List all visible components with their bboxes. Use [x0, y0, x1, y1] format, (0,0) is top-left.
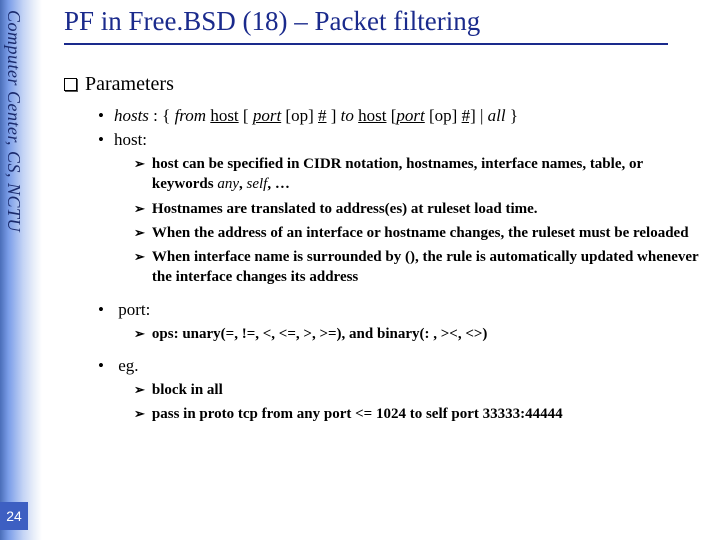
bullet-host: • host:: [98, 130, 708, 150]
sub-list-port: ➢ ops: unary(=, !=, <, <=, >, >=), and b…: [134, 324, 708, 344]
sub-item: ➢ When interface name is surrounded by (…: [134, 247, 708, 288]
bullet-host-text: host:: [114, 130, 147, 150]
sub-list-host: ➢ host can be specified in CIDR notation…: [134, 154, 708, 288]
sub-item: ➢ block in all: [134, 380, 708, 400]
bullet-port: • port:: [98, 300, 708, 320]
slide-title: PF in Free.BSD (18) – Packet filtering: [58, 6, 708, 37]
arrow-bullet-icon: ➢: [134, 405, 145, 425]
bullet-list-eg: • eg.: [98, 356, 708, 376]
bullet-dot-icon: •: [98, 300, 104, 320]
arrow-bullet-icon: ➢: [134, 155, 145, 196]
arrow-bullet-icon: ➢: [134, 224, 145, 244]
bullet-port-text: port:: [118, 300, 150, 320]
sub-item: ➢ host can be specified in CIDR notation…: [134, 154, 708, 195]
checkbox-bullet-icon: [64, 78, 77, 91]
sidebar-label: Computer Center, CS, NCTU: [3, 10, 24, 232]
slide-content: PF in Free.BSD (18) – Packet filtering P…: [58, 6, 708, 532]
bullet-dot-icon: •: [98, 130, 104, 150]
page-number: 24: [0, 502, 28, 530]
bullet-eg-text: eg.: [118, 356, 138, 376]
arrow-bullet-icon: ➢: [134, 381, 145, 401]
sub-text: Hostnames are translated to address(es) …: [152, 199, 538, 219]
sub-text: ops: unary(=, !=, <, <=, >, >=), and bin…: [152, 324, 488, 344]
sub-text: pass in proto tcp from any port <= 1024 …: [152, 404, 563, 424]
bullet-dot-icon: •: [98, 356, 104, 376]
sidebar: Computer Center, CS, NCTU 24: [0, 0, 42, 540]
sub-text: host can be specified in CIDR notation, …: [152, 154, 708, 195]
arrow-bullet-icon: ➢: [134, 248, 145, 289]
bullet-dot-icon: •: [98, 106, 104, 126]
arrow-bullet-icon: ➢: [134, 325, 145, 345]
bullet-list: • hosts : { from host [ port [op] # ] to…: [98, 106, 708, 150]
sub-list-eg: ➢ block in all ➢ pass in proto tcp from …: [134, 380, 708, 425]
section-heading: Parameters: [64, 73, 708, 96]
bullet-list-port: • port:: [98, 300, 708, 320]
sub-item: ➢ ops: unary(=, !=, <, <=, >, >=), and b…: [134, 324, 708, 344]
sub-text: When interface name is surrounded by (),…: [152, 247, 708, 288]
title-underline: [64, 43, 668, 45]
sub-item: ➢ When the address of an interface or ho…: [134, 223, 708, 243]
bullet-hosts: • hosts : { from host [ port [op] # ] to…: [98, 106, 708, 126]
sub-text: When the address of an interface or host…: [152, 223, 689, 243]
bullet-eg: • eg.: [98, 356, 708, 376]
bullet-hosts-text: hosts : { from host [ port [op] # ] to h…: [114, 106, 518, 126]
arrow-bullet-icon: ➢: [134, 200, 145, 220]
sub-item: ➢ Hostnames are translated to address(es…: [134, 199, 708, 219]
sub-item: ➢ pass in proto tcp from any port <= 102…: [134, 404, 708, 424]
sub-text: block in all: [152, 380, 223, 400]
section-heading-text: Parameters: [85, 73, 174, 95]
